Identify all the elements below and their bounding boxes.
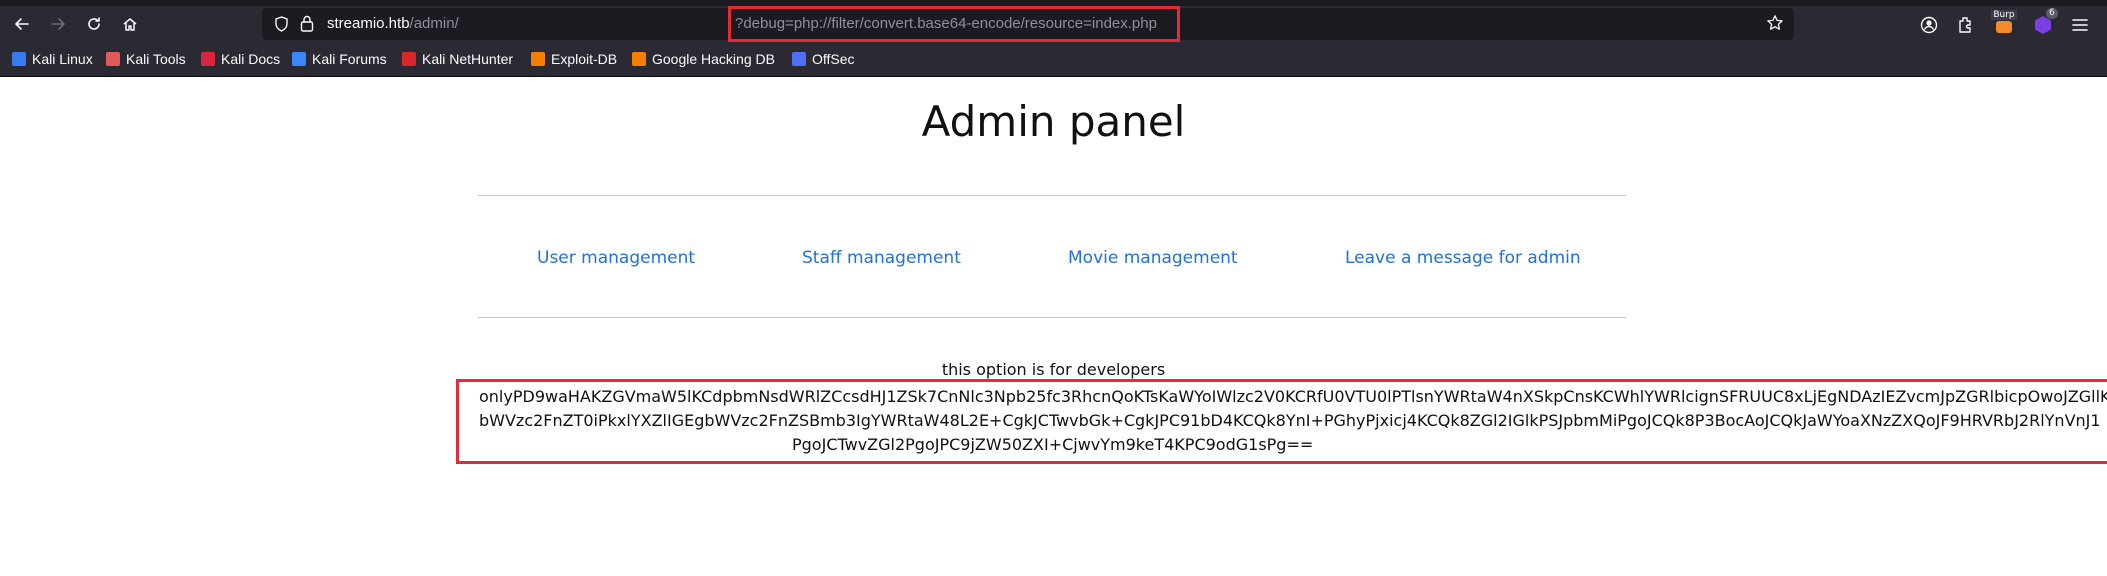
bookmarks-bar: Kali Linux Kali Tools Kali Docs Kali Forums… [0, 42, 2107, 77]
bookmark-label: OffSec [812, 51, 855, 67]
extension-logo-icon [2035, 16, 2051, 34]
reload-icon[interactable] [81, 11, 107, 37]
leave-message-link[interactable]: Leave a message for admin [1345, 248, 1581, 268]
bookmark-item[interactable]: Google Hacking DB [632, 50, 775, 68]
bookmark-label: Kali Tools [126, 51, 186, 67]
page-title: Admin panel [921, 97, 1186, 146]
bookmark-star-icon[interactable] [1766, 14, 1784, 32]
bookmark-favicon-icon [402, 52, 416, 66]
bookmark-favicon-icon [12, 52, 26, 66]
bookmark-favicon-icon [632, 52, 646, 66]
menu-icon[interactable] [2067, 12, 2093, 38]
extensions-icon[interactable] [1953, 12, 1979, 38]
forward-icon[interactable] [45, 11, 71, 37]
bookmark-label: Kali Forums [312, 51, 387, 67]
bookmark-item[interactable]: Exploit-DB [531, 50, 617, 68]
bookmark-label: Google Hacking DB [652, 51, 775, 67]
lock-icon[interactable] [300, 15, 314, 32]
home-icon[interactable] [117, 11, 143, 37]
bookmark-item[interactable]: Kali Tools [106, 50, 186, 68]
bookmark-favicon-icon [201, 52, 215, 66]
bookmark-label: Kali Linux [32, 51, 93, 67]
browser-toolbar: streamio.htb/admin/ ?debug=php://filter/… [0, 6, 2107, 42]
burp-icon[interactable]: Burp [1991, 8, 2017, 34]
back-icon[interactable] [9, 11, 35, 37]
bookmark-item[interactable]: Kali Linux [12, 50, 93, 68]
bookmark-label: Exploit-DB [551, 51, 618, 67]
bookmark-item[interactable]: Kali Docs [201, 50, 280, 68]
divider-top [478, 195, 1626, 196]
url-query-highlight: ?debug=php://filter/convert.base64-encod… [728, 6, 1180, 42]
url-text[interactable]: streamio.htb/admin/ [327, 15, 459, 32]
staff-management-link[interactable]: Staff management [802, 248, 961, 268]
burp-label: Burp [1991, 9, 2017, 20]
bookmark-label: Kali NetHunter [422, 51, 514, 67]
bookmark-favicon-icon [792, 52, 806, 66]
bookmark-favicon-icon [531, 52, 545, 66]
burp-logo-icon [1996, 20, 2012, 33]
url-path: /admin/ [409, 15, 459, 32]
bookmark-label: Kali Docs [221, 51, 281, 67]
url-host: streamio.htb [327, 15, 410, 32]
address-bar[interactable]: streamio.htb/admin/ ?debug=php://filter/… [262, 6, 1794, 42]
extension-badge-count: 6 [2046, 8, 2058, 19]
debug-output-highlight: onlyPD9waHAKZGVmaW5lKCdpbmNsdWRlZCcsdHJ1… [456, 379, 2107, 464]
base64-output-line-3: PgoJCTwvZGl2PgoJPC9jZW50ZXI+CjwvYm9keT4K… [792, 435, 1314, 454]
base64-output-line-1: onlyPD9waHAKZGVmaW5lKCdpbmNsdWRlZCcsdHJ1… [479, 387, 2107, 406]
shield-icon[interactable] [274, 16, 289, 32]
bookmark-favicon-icon [106, 52, 120, 66]
base64-output-line-2: bWVzc2FnZT0iPkxlYXZlIGEgbWVzc2FnZSBmb3Ig… [479, 411, 2101, 430]
movie-management-link[interactable]: Movie management [1068, 248, 1238, 268]
divider-bottom [478, 317, 1626, 318]
developer-note: this option is for developers [941, 360, 1166, 379]
bookmark-item[interactable]: Kali Forums [292, 50, 387, 68]
bookmark-favicon-icon [292, 52, 306, 66]
bookmark-item[interactable]: Kali NetHunter [402, 50, 513, 68]
account-icon[interactable] [1916, 12, 1942, 38]
bookmark-item[interactable]: OffSec [792, 50, 855, 68]
extension-badge-icon[interactable]: 6 [2030, 8, 2058, 38]
user-management-link[interactable]: User management [537, 248, 695, 268]
url-query[interactable]: ?debug=php://filter/convert.base64-encod… [735, 15, 1157, 32]
